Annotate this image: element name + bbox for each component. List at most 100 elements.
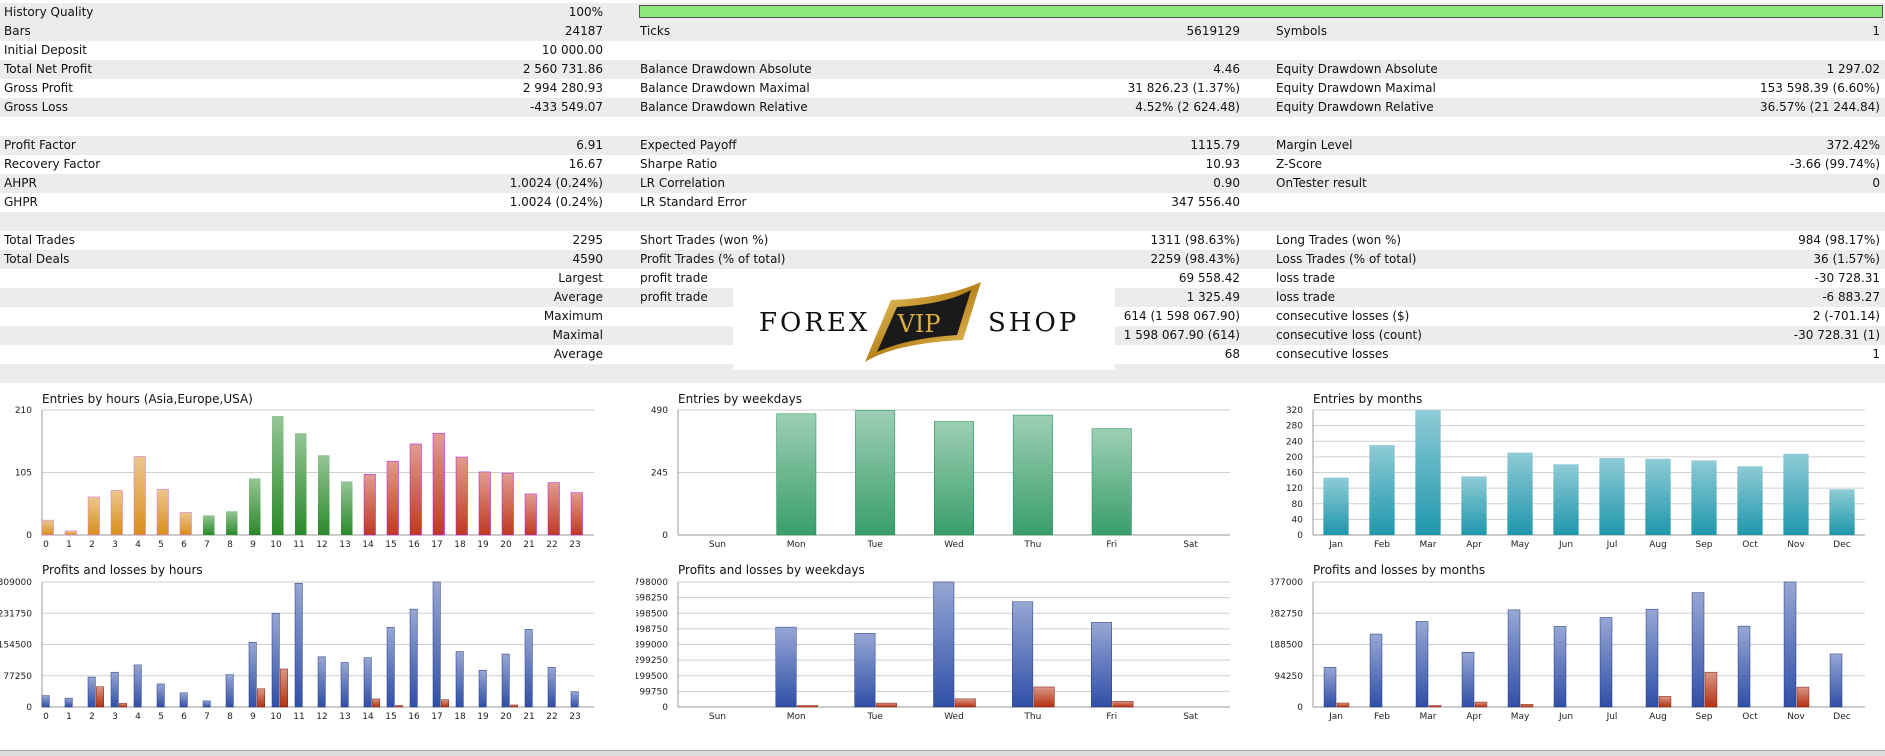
- loss-bar-Jan: [1336, 702, 1350, 708]
- bottom-tab-strip[interactable]: [0, 750, 1885, 756]
- bar-23: [570, 492, 583, 536]
- x-tick-label: 9: [250, 712, 256, 722]
- stats-value: -30 728.31: [1814, 271, 1880, 285]
- stats-value: 0: [1872, 176, 1880, 190]
- stats-label: Symbols: [1276, 24, 1327, 38]
- y-tick-label: 0: [662, 703, 668, 713]
- x-tick-label: Jun: [1558, 540, 1573, 550]
- profit-bar-Apr: [1461, 652, 1475, 708]
- y-tick-label: 210: [15, 406, 32, 416]
- stats-value: 10.93: [1205, 157, 1240, 171]
- x-tick-label: 2: [89, 540, 95, 550]
- y-tick-label: 77250: [3, 672, 32, 682]
- profit-bar-4: [133, 664, 142, 708]
- loss-bar-Fri: [1112, 701, 1134, 708]
- x-tick-label: 14: [362, 712, 374, 722]
- x-tick-label: 23: [569, 712, 580, 722]
- profit-bar-Mar: [1415, 621, 1429, 708]
- profit-bar-3: [110, 671, 119, 708]
- stats-value: 1115.79: [1190, 138, 1240, 152]
- chart-title: Entries by months: [1313, 392, 1422, 406]
- x-tick-label: Oct: [1742, 540, 1758, 550]
- bar-Wed: [934, 421, 974, 536]
- stats-label: Margin Level: [1276, 138, 1353, 152]
- x-tick-label: 10: [270, 540, 282, 550]
- profit-bar-22: [547, 667, 556, 708]
- y-tick-label: 200: [1286, 453, 1303, 463]
- y-tick-label: 598500: [636, 609, 668, 619]
- stats-label: Sharpe Ratio: [640, 157, 718, 171]
- profits-losses-by-months-svg: Profits and losses by months 0 94250 188500…: [1271, 563, 1865, 722]
- stats-value: 1.0024 (0.24%): [509, 195, 603, 209]
- y-tick-label: 0: [26, 531, 32, 541]
- x-tick-label: 22: [546, 540, 557, 550]
- stats-label: Equity Drawdown Absolute: [1276, 62, 1438, 76]
- profit-bar-21: [524, 629, 533, 708]
- profit-bar-8: [225, 674, 234, 708]
- stats-row: Bars 24187 Ticks 5619129 Symbols 1: [0, 22, 1885, 41]
- y-tick-label: 105: [15, 469, 32, 479]
- chart-title: Profits and losses by weekdays: [678, 563, 865, 577]
- bar-Mar: [1415, 410, 1441, 535]
- x-tick-label: 10: [270, 712, 282, 722]
- profit-bar-Sep: [1691, 592, 1705, 708]
- x-tick-label: May: [1511, 712, 1530, 722]
- stats-value: Maximum: [543, 309, 603, 323]
- x-tick-label: 5: [158, 540, 164, 550]
- y-tick-label: 40: [1292, 515, 1304, 525]
- x-tick-label: Fri: [1106, 540, 1117, 550]
- stats-label: profit trade: [640, 290, 708, 304]
- loss-bar-Aug: [1658, 696, 1672, 708]
- bar-14: [363, 474, 376, 536]
- stats-value: 2 560 731.86: [522, 62, 603, 76]
- chart-title: Entries by weekdays: [678, 392, 802, 406]
- stats-label: LR Correlation: [640, 176, 726, 190]
- y-tick-label: 498750: [636, 625, 668, 635]
- stats-value: 0.90: [1213, 176, 1240, 190]
- x-tick-label: Mon: [787, 540, 806, 550]
- x-tick-label: Fri: [1106, 712, 1117, 722]
- x-tick-label: 8: [227, 540, 233, 550]
- stats-value: 2259 (98.43%): [1150, 252, 1240, 266]
- x-tick-label: Tue: [866, 712, 883, 722]
- y-tick-label: 299250: [636, 656, 668, 666]
- entries-by-months-chart: Entries by months 0 40 80 120 160 200 240 280 320…: [1271, 389, 1871, 555]
- x-tick-label: 11: [293, 540, 304, 550]
- x-tick-label: 3: [112, 712, 118, 722]
- y-tick-label: 698250: [636, 594, 668, 604]
- stats-value: Maximal: [552, 328, 603, 342]
- stats-label: Balance Drawdown Relative: [640, 100, 808, 114]
- bar-6: [179, 512, 192, 536]
- loss-bar-Thu: [1033, 686, 1055, 708]
- stats-label: consecutive loss (count): [1276, 328, 1422, 342]
- profit-bar-14: [363, 657, 372, 708]
- profits-losses-by-weekdays-svg: Profits and losses by weekdays 0 99750 1995…: [636, 563, 1230, 722]
- stats-label: Initial Deposit: [4, 43, 87, 57]
- bar-13: [341, 481, 353, 535]
- x-tick-label: 2: [89, 712, 95, 722]
- bar-Jul: [1599, 458, 1625, 535]
- stats-value: -6 883.27: [1822, 290, 1880, 304]
- bar-19: [478, 471, 491, 536]
- stats-value: 36 (1.57%): [1813, 252, 1880, 266]
- x-tick-label: Jul: [1606, 540, 1618, 550]
- profit-bar-23: [570, 691, 579, 708]
- bar-2: [87, 496, 100, 536]
- x-tick-label: 15: [385, 712, 396, 722]
- profit-bar-18: [455, 651, 464, 708]
- y-tick-label: 399000: [636, 641, 668, 651]
- profit-bar-May: [1507, 609, 1521, 708]
- x-tick-label: 4: [135, 540, 141, 550]
- stats-value: 347 556.40: [1171, 195, 1240, 209]
- stats-value: 2 (-701.14): [1812, 309, 1880, 323]
- entries-by-hours-svg: Entries by hours (Asia,Europe,USA)010521…: [15, 392, 594, 550]
- stats-label: Balance Drawdown Maximal: [640, 81, 810, 95]
- entries-by-weekdays-svg: Entries by weekdays 0 245 490 Sun Mon Tue Wed Th…: [651, 392, 1230, 550]
- x-tick-label: 14: [362, 540, 374, 550]
- stats-value: 24187: [564, 24, 603, 38]
- y-tick-label: 188500: [1271, 641, 1303, 651]
- bar-17: [432, 432, 445, 536]
- bar-Mon: [776, 413, 817, 536]
- x-tick-label: 6: [181, 712, 187, 722]
- stats-value: 1: [1872, 24, 1880, 38]
